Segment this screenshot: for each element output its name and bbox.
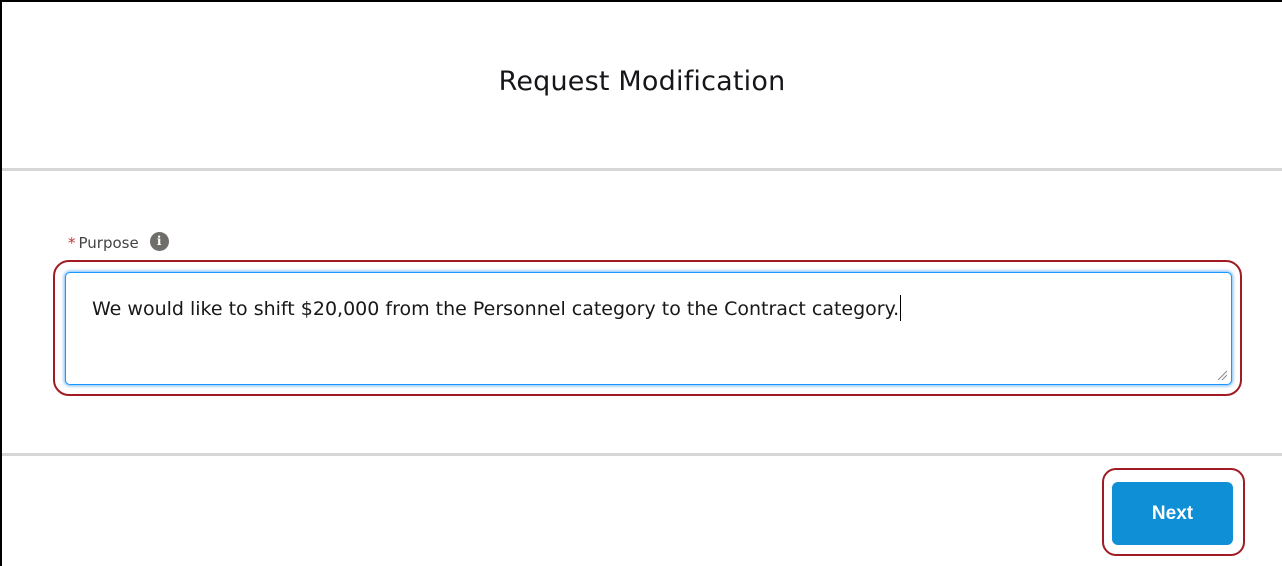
resize-handle-icon[interactable] bbox=[1217, 370, 1227, 380]
footer-divider bbox=[2, 453, 1282, 456]
purpose-textarea[interactable]: We would like to shift $20,000 from the … bbox=[65, 272, 1232, 385]
request-modification-modal: Request Modification * Purpose i We woul… bbox=[0, 0, 1282, 566]
modal-header: Request Modification bbox=[2, 2, 1282, 168]
header-divider bbox=[2, 168, 1282, 171]
modal-title: Request Modification bbox=[498, 65, 786, 97]
next-button[interactable]: Next bbox=[1112, 482, 1233, 545]
purpose-field-label: * Purpose i bbox=[68, 231, 169, 252]
text-caret bbox=[900, 295, 902, 321]
info-icon[interactable]: i bbox=[149, 231, 169, 251]
purpose-label: Purpose bbox=[78, 234, 139, 252]
required-indicator: * bbox=[68, 234, 76, 252]
purpose-textarea-value: We would like to shift $20,000 from the … bbox=[92, 298, 900, 320]
